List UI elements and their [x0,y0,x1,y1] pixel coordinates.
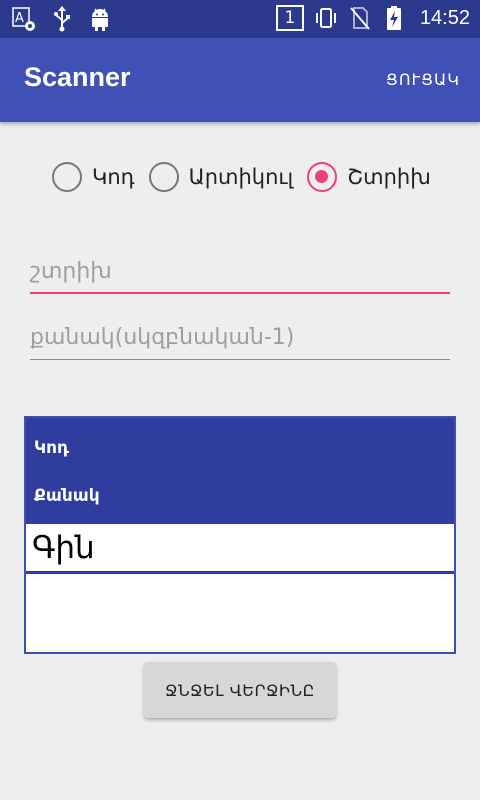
barcode-underline [30,291,450,294]
result-table-header: Կոդ Քանակ [26,418,454,524]
sim-slot-indicator: 1 [275,5,304,31]
radio-article-circle[interactable] [148,162,179,192]
android-icon [88,6,112,32]
usb-icon [50,6,74,32]
quantity-label: Քանակ [34,486,100,506]
quantity-input[interactable] [30,318,450,360]
radio-code-label: Կոդ [92,165,135,189]
barcode-field [30,252,450,294]
radio-article[interactable]: Արտիկուլ [148,162,294,192]
price-row: Գին [26,524,454,574]
list-action-button[interactable]: ՑՈՒՑԱԿ [386,70,460,89]
status-bar: A 1 14:52 [0,0,480,38]
price-label: Գին [32,530,95,566]
empty-row [26,577,454,652]
result-table: Կոդ Քանակ Գին [24,416,456,654]
app-bar: Scanner ՑՈՒՑԱԿ [0,38,480,122]
quantity-underline [30,358,450,360]
battery-charging-icon [382,5,406,31]
radio-code-circle[interactable] [52,162,82,192]
radio-barcode-label: Շտրիխ [347,165,431,189]
radio-article-label: Արտիկուլ [188,165,294,189]
app-title: Scanner [24,62,131,92]
search-mode-radio-group: Կոդ Արտիկուլ Շտրիխ [52,160,445,194]
svg-text:A: A [15,11,24,26]
code-label: Կոդ [34,438,70,458]
quantity-field [30,318,450,360]
radio-barcode[interactable]: Շտրիխ [307,162,431,192]
barcode-input[interactable] [30,252,450,294]
no-sim-icon [348,5,372,31]
translate-settings-icon: A [12,6,36,32]
radio-code[interactable]: Կոդ [52,162,135,192]
vibrate-icon [314,5,338,31]
radio-barcode-circle[interactable] [307,162,338,192]
status-time: 14:52 [419,6,470,29]
delete-last-button[interactable]: ՋՆՋԵԼ ՎԵՐՋԻՆԸ [144,662,336,718]
